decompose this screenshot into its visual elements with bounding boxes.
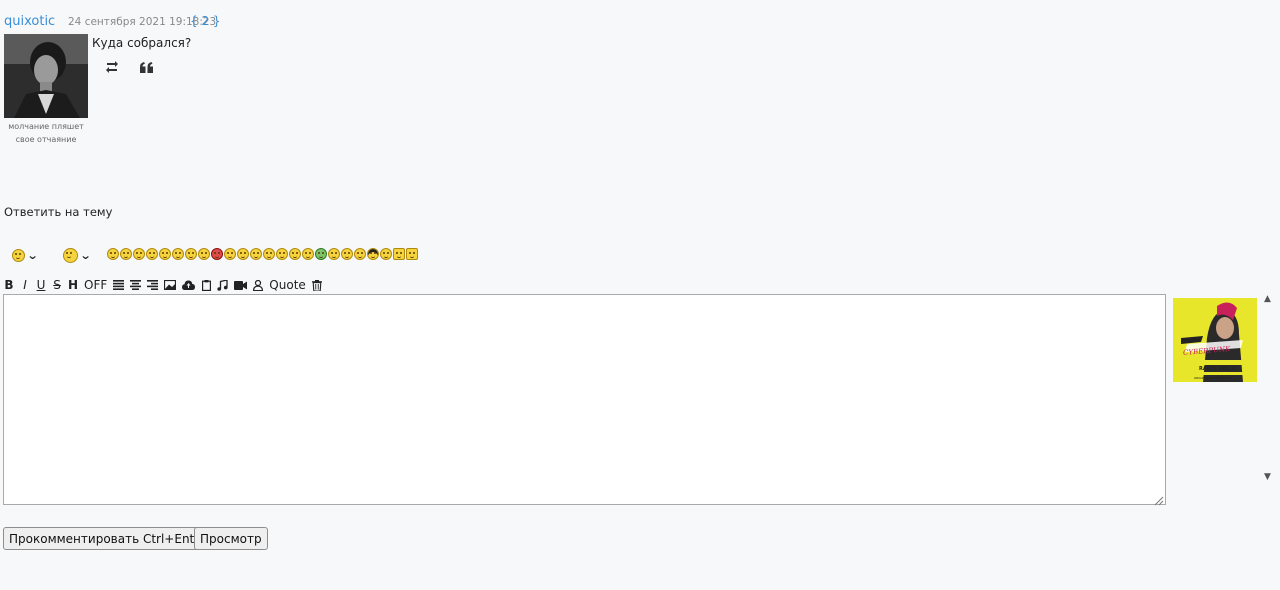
smiley-set-dropdown[interactable]: ⌄ [12,244,39,266]
chevron-down-icon: ⌄ [26,248,39,262]
smiley-icon[interactable] [107,248,119,260]
comment-textarea[interactable] [3,294,1166,505]
post-text: Куда собрался? [92,36,192,50]
align-justify-icon[interactable] [113,278,125,292]
strike-button[interactable]: S [52,278,62,292]
submit-comment-button[interactable]: Прокомментировать Ctrl+Enter [3,527,213,550]
smiley-icon[interactable] [250,248,262,260]
formatting-toolbar: B I U S H OFF Quote [4,278,322,292]
music-icon[interactable] [217,278,228,292]
user-status: молчание пляшет свое отчаяние [4,120,88,146]
thumbs-down-icon[interactable] [406,248,418,260]
quote-button[interactable]: Quote [269,278,305,292]
smiley-icon[interactable] [263,248,275,260]
avatar[interactable] [4,34,88,118]
smiley-icon[interactable] [328,248,340,260]
smiley-icon[interactable] [354,248,366,260]
italic-button[interactable]: I [20,278,30,292]
kolobok-set-dropdown[interactable]: ⌄ [63,244,92,266]
smiley-icon[interactable] [120,248,132,260]
bold-button[interactable]: B [4,278,14,292]
album-art-caption: ORIGINAL SOUNDTRACK [1194,376,1231,380]
smiley-icon[interactable] [380,248,392,260]
smiley-icon[interactable] [224,248,236,260]
album-art[interactable]: CYBERPUNK RADIO VOL.4 ORIGINAL SOUNDTRAC… [1173,298,1257,382]
post-author-link[interactable]: quixotic [4,14,55,29]
smiley-icon[interactable] [172,248,184,260]
smiley-icon[interactable] [276,248,288,260]
image-icon[interactable] [164,278,177,292]
resize-grip-icon[interactable] [1152,491,1164,506]
smiley-icon[interactable] [159,248,171,260]
align-right-icon[interactable] [147,278,159,292]
heading-button[interactable]: H [68,278,78,292]
clipboard-icon[interactable] [201,278,211,292]
scroll-down-icon[interactable]: ▼ [1264,472,1271,482]
video-icon[interactable] [234,278,248,292]
reply-title: Ответить на тему [4,205,113,219]
smiley-icon[interactable] [289,248,301,260]
smiley-icon[interactable] [341,248,353,260]
quote-icon[interactable] [137,58,155,76]
underline-button[interactable]: U [36,278,46,292]
album-art-subtitle: RADIO VOL.4 [1199,366,1236,372]
trash-icon[interactable] [311,278,322,292]
post-count-link[interactable]: { 2 } [190,14,221,28]
smiley-row [107,248,418,260]
smiley-icon[interactable] [133,248,145,260]
thumbs-up-icon[interactable] [393,248,405,260]
user-icon[interactable] [253,278,264,292]
smiley-green-icon[interactable] [315,248,327,260]
align-center-icon[interactable] [130,278,142,292]
smiley-icon[interactable] [237,248,249,260]
smiley-kolobok-icon [63,247,78,263]
cloud-upload-icon[interactable] [182,278,196,292]
smiley-icon[interactable] [185,248,197,260]
preview-button[interactable]: Просмотр [194,527,268,550]
smiley-wink-icon [12,248,25,262]
smiley-icon[interactable] [146,248,158,260]
user-status-line-2: свое отчаяние [15,135,77,144]
user-status-line-1: молчание пляшет [8,122,84,131]
smiley-devil-icon[interactable] [211,248,223,260]
smiley-cool-icon[interactable] [367,248,379,260]
off-button[interactable]: OFF [84,278,107,292]
smiley-icon[interactable] [302,248,314,260]
scroll-up-icon[interactable]: ▲ [1264,294,1271,304]
repost-icon[interactable] [103,58,121,76]
chevron-down-icon: ⌄ [79,248,92,262]
smiley-icon[interactable] [198,248,210,260]
